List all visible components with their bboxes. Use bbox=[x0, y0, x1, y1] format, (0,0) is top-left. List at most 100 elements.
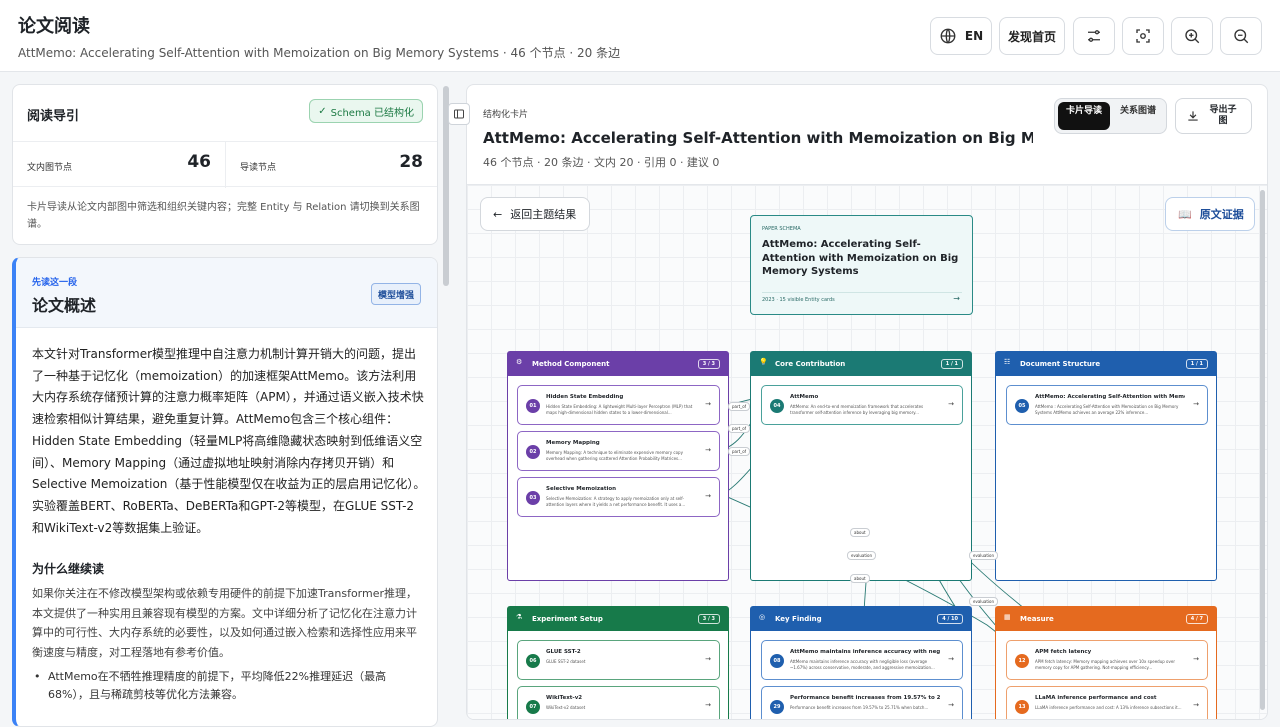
back-to-topic-button[interactable]: ← 返回主题结果 bbox=[480, 197, 590, 231]
edge-label: part_of bbox=[728, 424, 751, 433]
structure-icon: ☷ bbox=[1004, 358, 1011, 366]
group-count: 4 / 7 bbox=[1185, 614, 1208, 624]
edge-label: part_of bbox=[728, 447, 751, 456]
edge-label: evaluation bbox=[969, 597, 999, 606]
group-header: ☷ Document Structure 1 / 1 bbox=[996, 352, 1216, 376]
node-description: WikiText-v2 dataset bbox=[546, 705, 586, 710]
group-count: 4 / 10 bbox=[937, 614, 963, 624]
group-title: Method Component bbox=[532, 360, 610, 368]
group-title: Experiment Setup bbox=[532, 615, 603, 623]
export-label: 导出子图 bbox=[1209, 105, 1237, 126]
back-label: 返回主题结果 bbox=[510, 208, 577, 221]
settings-sliders-button[interactable] bbox=[1073, 17, 1115, 55]
node-description: LLaMA inference performance and cost: A … bbox=[1035, 705, 1182, 710]
paper-footer: 2023 · 15 visible Entity cards bbox=[762, 297, 835, 303]
flask-icon: ⚗ bbox=[516, 613, 523, 621]
entity-card[interactable]: 01 Hidden State Embedding Hidden State E… bbox=[517, 385, 720, 425]
view-toggle: 卡片导读 关系图谱 bbox=[1054, 98, 1167, 134]
node-title: APM fetch latency bbox=[1035, 649, 1092, 655]
node-title: Memory Mapping bbox=[546, 440, 600, 446]
group-count: 1 / 1 bbox=[1185, 359, 1208, 369]
group-document-structure: ☷ Document Structure 1 / 1 05 AttMemo: A… bbox=[995, 351, 1217, 581]
list-item: AttMemo在不牺牲推理精度的前提下，平均降低22%推理延迟（最高68%），且… bbox=[32, 668, 412, 704]
node-number: 08 bbox=[770, 654, 784, 668]
schema-status-badge: ✓ Schema 已结构化 bbox=[309, 99, 423, 123]
stat-label: 文内图节点 bbox=[27, 163, 73, 173]
export-subgraph-button[interactable]: 导出子图 bbox=[1175, 98, 1252, 134]
language-label: EN bbox=[964, 29, 984, 43]
group-count: 1 / 1 bbox=[940, 359, 963, 369]
entity-card[interactable]: 04 AttMemo AttMemo: An end-to-end memoiz… bbox=[761, 385, 963, 425]
finding-icon: ◎ bbox=[759, 613, 766, 621]
group-title: Core Contribution bbox=[775, 360, 846, 368]
group-core-contribution: 💡 Core Contribution 1 / 1 04 AttMemo Att… bbox=[750, 351, 972, 581]
node-number: 29 bbox=[770, 700, 784, 714]
edge-label: about bbox=[850, 528, 870, 537]
tab-card-guide[interactable]: 卡片导读 bbox=[1058, 102, 1110, 130]
discover-home-label: 发现首页 bbox=[1007, 29, 1056, 44]
entity-card[interactable]: 12 APM fetch latency APM fetch latency: … bbox=[1006, 640, 1208, 680]
node-description: AttMemo : Accelerating Self-Attention wi… bbox=[1035, 404, 1179, 415]
stat-graph-nodes: 文内图节点 46 bbox=[13, 142, 225, 188]
guide-description: 卡片导读从论文内部图中筛选和组织关键内容；完整 Entity 与 Relatio… bbox=[27, 202, 420, 230]
paper-title: AttMemo: Accelerating Self-Attention wit… bbox=[762, 239, 959, 277]
node-title: GLUE SST-2 bbox=[546, 649, 581, 655]
source-label: 原文证据 bbox=[1199, 208, 1244, 221]
zoom-in-button[interactable] bbox=[1171, 17, 1213, 55]
structured-card-panel: 结构化卡片 AttMemo: Accelerating Self-Attenti… bbox=[466, 84, 1268, 720]
zoom-in-icon bbox=[1185, 29, 1200, 44]
stat-label: 导读节点 bbox=[240, 163, 277, 173]
node-number: 06 bbox=[526, 654, 540, 668]
node-number: 01 bbox=[526, 399, 540, 413]
collapse-sidebar-button[interactable] bbox=[448, 103, 470, 125]
reading-guide-title: 阅读导引 bbox=[27, 109, 80, 124]
app-header: 论文阅读 AttMemo: Accelerating Self-Attentio… bbox=[0, 0, 1280, 72]
group-header: 💡 Core Contribution 1 / 1 bbox=[751, 352, 971, 376]
node-number: 13 bbox=[1015, 700, 1029, 714]
arrow-right-icon: → bbox=[948, 400, 954, 408]
entity-card[interactable]: 08 AttMemo maintains inference accuracy … bbox=[761, 640, 963, 680]
node-number: 05 bbox=[1015, 399, 1029, 413]
globe-icon bbox=[940, 28, 956, 44]
fit-view-button[interactable] bbox=[1122, 17, 1164, 55]
why-read-heading: 为什么继续读 bbox=[32, 562, 105, 576]
entity-card[interactable]: 13 LLaMA inference performance and cost … bbox=[1006, 686, 1208, 719]
group-title: Key Finding bbox=[775, 615, 822, 623]
graph-canvas[interactable]: ← 返回主题结果 📖 原文证据 PAPER SCHEMA AttMemo: Ac… bbox=[467, 184, 1267, 719]
entity-card[interactable]: 07 WikiText-v2 WikiText-v2 dataset → bbox=[517, 686, 720, 719]
arrow-left-icon: ← bbox=[493, 207, 503, 221]
canvas-scrollbar[interactable] bbox=[1260, 190, 1265, 710]
node-description: AttMemo: An end-to-end memoization frame… bbox=[790, 404, 924, 415]
entity-card[interactable]: 03 Selective Memoization Selective Memoi… bbox=[517, 477, 720, 517]
panel-meta: 46 个节点 · 20 条边 · 文内 20 · 引用 0 · 建议 0 bbox=[483, 156, 720, 169]
overview-paragraph: 本文针对Transformer模型推理中自注意力机制计算开销大的问题，提出了一种… bbox=[32, 347, 426, 535]
bulb-icon: 💡 bbox=[759, 358, 768, 366]
paper-schema-card[interactable]: PAPER SCHEMA AttMemo: Accelerating Self-… bbox=[750, 215, 973, 315]
entity-card[interactable]: 06 GLUE SST-2 GLUE SST-2 dataset → bbox=[517, 640, 720, 680]
zoom-out-icon bbox=[1234, 29, 1249, 44]
node-number: 12 bbox=[1015, 654, 1029, 668]
node-title: AttMemo maintains inference accuracy wit… bbox=[790, 649, 940, 655]
arrow-right-icon: → bbox=[948, 701, 954, 709]
entity-card[interactable]: 29 Performance benefit increases from 19… bbox=[761, 686, 963, 719]
tab-relation-graph[interactable]: 关系图谱 bbox=[1112, 102, 1164, 130]
download-icon bbox=[1188, 111, 1198, 121]
entity-card[interactable]: 02 Memory Mapping Memory Mapping: A tech… bbox=[517, 431, 720, 471]
stats-row: 文内图节点 46 导读节点 28 bbox=[13, 141, 437, 188]
arrow-right-icon: → bbox=[705, 492, 711, 500]
overview-header: 先读这一段 论文概述 模型增强 bbox=[16, 258, 437, 328]
group-header: ⚙ Method Component 3 / 3 bbox=[508, 352, 728, 376]
sidebar-toggle-icon bbox=[454, 109, 464, 119]
zoom-out-button[interactable] bbox=[1220, 17, 1262, 55]
language-button[interactable]: EN bbox=[930, 17, 992, 55]
discover-home-button[interactable]: 发现首页 bbox=[999, 17, 1065, 55]
arrow-right-icon: → bbox=[1193, 655, 1199, 663]
node-number: 04 bbox=[770, 399, 784, 413]
entity-card[interactable]: 05 AttMemo: Accelerating Self-Attention … bbox=[1006, 385, 1208, 425]
arrow-right-icon: → bbox=[1193, 400, 1199, 408]
source-evidence-button[interactable]: 📖 原文证据 bbox=[1165, 197, 1255, 231]
node-title: Selective Memoization bbox=[546, 486, 617, 492]
group-measure: ▦ Measure 4 / 7 12 APM fetch latency APM… bbox=[995, 606, 1217, 719]
overview-card: 先读这一段 论文概述 模型增强 本文针对Transformer模型推理中自注意力… bbox=[12, 257, 438, 727]
node-description: Performance benefit increases from 19.57… bbox=[790, 705, 929, 710]
